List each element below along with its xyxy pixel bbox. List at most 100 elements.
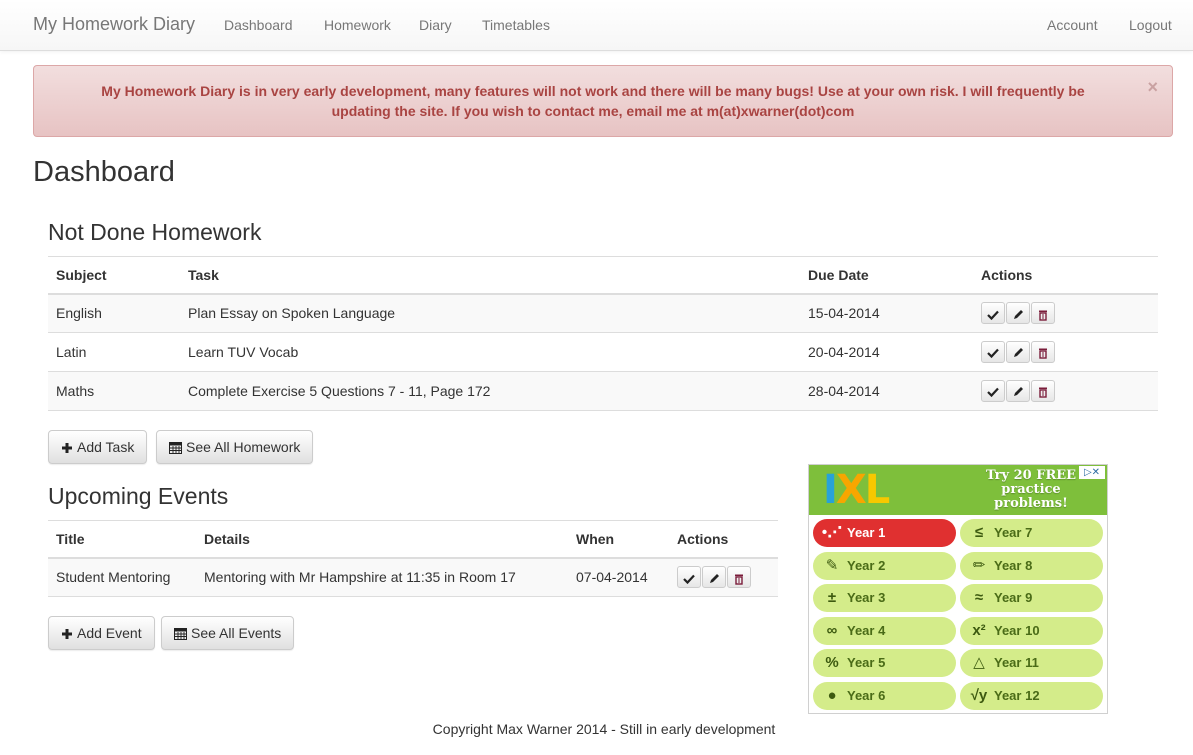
cell-actions: [973, 332, 1158, 372]
events-heading: Upcoming Events: [48, 483, 229, 509]
ad-promo-text: Try 20 FREE practice problems!: [985, 468, 1077, 511]
page-title: Dashboard: [33, 156, 175, 188]
edit-button[interactable]: [1006, 341, 1030, 363]
footer-copyright: Copyright Max Warner 2014 - Still in ear…: [432, 721, 776, 737]
cell-task: Plan Essay on Spoken Language: [180, 293, 800, 333]
edit-button[interactable]: [1006, 302, 1030, 325]
pencil-icon: ✏: [972, 556, 986, 574]
edit-button[interactable]: [1006, 380, 1030, 402]
year-label: Year 10: [994, 622, 1040, 638]
pencil-cup-icon: ✎: [825, 556, 839, 574]
complete-button[interactable]: [981, 380, 1005, 402]
close-icon[interactable]: ×: [1147, 77, 1158, 97]
see-all-homework-button[interactable]: See All Homework: [156, 430, 314, 464]
year-label: Year 9: [994, 590, 1033, 605]
plus-icon: [62, 629, 72, 639]
cell-subject: Latin: [48, 332, 180, 372]
pencil-icon: [1014, 309, 1023, 319]
ad-choices-icon[interactable]: ▷✕: [1079, 466, 1105, 479]
check-icon: [987, 349, 999, 359]
delete-button[interactable]: [727, 566, 751, 589]
table-row: Maths Complete Exercise 5 Questions 7 - …: [48, 371, 1158, 411]
complete-button[interactable]: [677, 566, 701, 589]
year-button-year-6[interactable]: ● Year 6: [813, 681, 956, 710]
add-task-button[interactable]: Add Task: [48, 430, 148, 464]
year-button-year-1[interactable]: •⋰ Year 1: [813, 519, 956, 547]
delete-button[interactable]: [1031, 341, 1055, 363]
plus-icon: [62, 443, 72, 453]
cell-when: 07-04-2014: [568, 557, 669, 597]
add-task-label: Add Task: [77, 439, 135, 455]
x-squared-icon: x²: [972, 621, 986, 639]
cell-subject: English: [48, 293, 180, 333]
calendar-icon: [174, 628, 187, 640]
nav-account[interactable]: Account: [1047, 17, 1098, 33]
table-row: Latin Learn TUV Vocab 20-04-2014: [48, 332, 1158, 372]
add-event-button[interactable]: Add Event: [48, 616, 155, 650]
year-button-year-11[interactable]: △ Year 11: [960, 649, 1103, 677]
apple-icon: ●: [827, 686, 837, 704]
percent-icon: %: [825, 654, 839, 671]
cell-due: 28-04-2014: [800, 371, 973, 411]
complete-button[interactable]: [981, 302, 1005, 325]
check-icon: [987, 388, 999, 398]
col-when: When: [568, 520, 669, 559]
year-label: Year 12: [994, 687, 1040, 703]
complete-button[interactable]: [981, 341, 1005, 363]
ixl-advertisement[interactable]: IXL Try 20 FREE practice problems! ▷✕ •⋰…: [808, 464, 1108, 714]
year-button-year-8[interactable]: ✏ Year 8: [960, 551, 1103, 580]
trash-icon: [1039, 387, 1047, 398]
year-label: Year 7: [994, 525, 1033, 540]
nav-dashboard[interactable]: Dashboard: [224, 17, 293, 33]
check-icon: [683, 574, 695, 584]
see-all-events-button[interactable]: See All Events: [161, 616, 295, 650]
navbar: My Homework Diary Dashboard Homework Dia…: [0, 0, 1193, 51]
nav-diary[interactable]: Diary: [419, 17, 452, 33]
cell-title: Student Mentoring: [48, 557, 196, 597]
year-button-year-12[interactable]: √y Year 12: [960, 681, 1103, 710]
year-button-year-9[interactable]: ≈ Year 9: [960, 584, 1103, 612]
nav-timetables[interactable]: Timetables: [482, 17, 550, 33]
year-label: Year 2: [847, 557, 886, 573]
col-details: Details: [196, 520, 568, 559]
year-button-year-5[interactable]: % Year 5: [813, 649, 956, 677]
add-event-label: Add Event: [77, 625, 142, 641]
table-row: English Plan Essay on Spoken Language 15…: [48, 293, 1158, 333]
col-actions: Actions: [669, 520, 778, 559]
development-alert: My Homework Diary is in very early devel…: [33, 65, 1173, 137]
sqrt-icon: √y: [970, 686, 988, 704]
delete-button[interactable]: [1031, 302, 1055, 325]
ad-banner[interactable]: IXL Try 20 FREE practice problems! ▷✕: [809, 465, 1107, 515]
col-subject: Subject: [48, 256, 180, 295]
pencil-icon: [1014, 387, 1023, 397]
see-all-events-label: See All Events: [191, 625, 282, 641]
nav-logout[interactable]: Logout: [1129, 17, 1172, 33]
trash-icon: [735, 574, 743, 585]
year-label: Year 8: [994, 557, 1033, 573]
dots-icon: •⋰: [821, 524, 843, 541]
cell-task: Learn TUV Vocab: [180, 332, 800, 372]
year-button-year-3[interactable]: ± Year 3: [813, 584, 956, 612]
delete-button[interactable]: [1031, 380, 1055, 402]
table-row: Student Mentoring Mentoring with Mr Hamp…: [48, 557, 778, 597]
see-all-homework-label: See All Homework: [186, 439, 301, 455]
nav-homework[interactable]: Homework: [324, 17, 391, 33]
year-label: Year 3: [847, 590, 886, 605]
calendar-icon: [169, 442, 182, 454]
year-label: Year 6: [847, 687, 886, 703]
brand-link[interactable]: My Homework Diary: [33, 14, 195, 35]
year-label: Year 1: [847, 525, 886, 540]
cell-subject: Maths: [48, 371, 180, 411]
year-button-year-2[interactable]: ✎ Year 2: [813, 551, 956, 580]
plus-minus-icon: ±: [827, 589, 837, 606]
pencil-icon: [710, 573, 719, 583]
cell-task: Complete Exercise 5 Questions 7 - 11, Pa…: [180, 371, 800, 411]
events-table: Title Details When Actions Student Mento…: [48, 520, 778, 597]
edit-button[interactable]: [702, 566, 726, 589]
pencil-icon: [1014, 348, 1023, 358]
year-button-year-7[interactable]: ≤ Year 7: [960, 519, 1103, 547]
col-task: Task: [180, 256, 800, 295]
alert-message: My Homework Diary is in very early devel…: [101, 83, 1085, 119]
year-button-year-4[interactable]: ∞ Year 4: [813, 616, 956, 645]
year-button-year-10[interactable]: x² Year 10: [960, 616, 1103, 645]
